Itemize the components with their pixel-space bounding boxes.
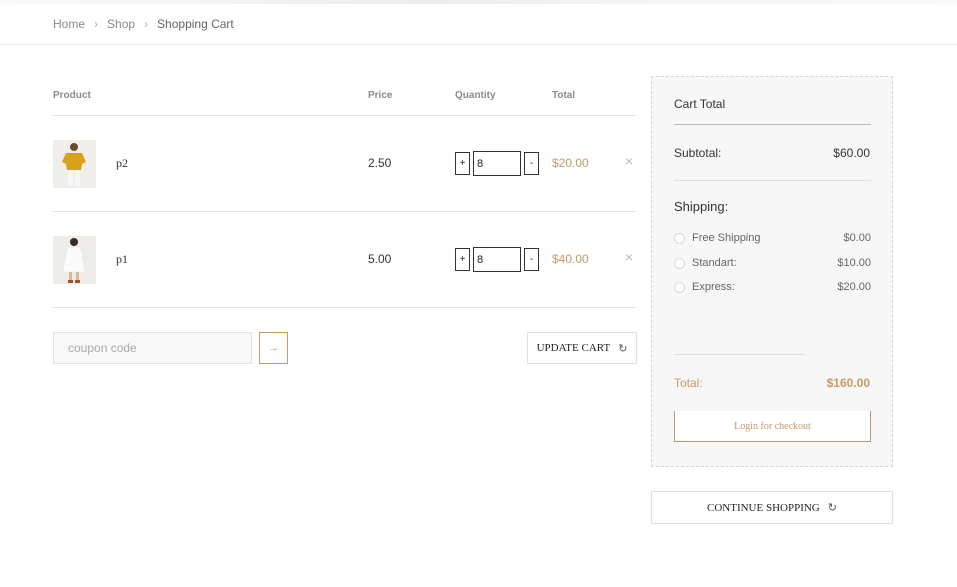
update-cart-label: UPDATE CART — [536, 342, 611, 354]
top-bar — [0, 0, 957, 4]
quantity-stepper: + - — [455, 247, 539, 272]
breadcrumb-current: Shopping Cart — [157, 17, 234, 31]
radio-button[interactable] — [674, 233, 685, 244]
update-cart-button[interactable]: UPDATE CART ↻ — [527, 332, 637, 364]
panel-divider — [674, 180, 871, 181]
panel-divider — [674, 354, 805, 355]
coupon-code-input[interactable] — [53, 332, 252, 364]
product-price: 5.00 — [368, 252, 392, 266]
quantity-stepper: + - — [455, 151, 539, 176]
quantity-input[interactable] — [473, 247, 521, 272]
shipping-label: Shipping: — [674, 199, 729, 214]
shipping-option-amount: $0.00 — [843, 232, 871, 244]
breadcrumb-home[interactable]: Home — [53, 17, 85, 31]
subtotal-label: Subtotal: — [674, 146, 722, 160]
product-name[interactable]: p2 — [116, 156, 128, 171]
chevron-right-icon: › — [94, 17, 98, 31]
breadcrumb-divider — [0, 44, 957, 45]
shipping-option-label: Express: — [692, 281, 735, 293]
continue-shopping-button[interactable]: CONTINUE SHOPPING ↻ — [651, 491, 893, 524]
shipping-option-amount: $10.00 — [837, 257, 871, 269]
breadcrumb-shop[interactable]: Shop — [107, 17, 135, 31]
cart-total-title: Cart Total — [674, 97, 726, 111]
radio-button[interactable] — [674, 282, 685, 293]
refresh-icon: ↻ — [827, 502, 837, 514]
increase-quantity-button[interactable]: + — [455, 248, 470, 271]
cart-total-panel: Cart Total Subtotal: $60.00 Shipping: Fr… — [651, 76, 893, 467]
column-header-product: Product — [53, 90, 91, 101]
shipping-option[interactable]: Express: $20.00 — [674, 281, 871, 295]
shipping-option-amount: $20.00 — [837, 281, 871, 293]
close-icon[interactable]: × — [625, 249, 633, 265]
product-name[interactable]: p1 — [116, 252, 128, 267]
increase-quantity-button[interactable]: + — [455, 152, 470, 175]
close-icon[interactable]: × — [625, 153, 633, 169]
table-divider — [53, 211, 637, 212]
table-divider — [53, 307, 637, 308]
line-total: $20.00 — [552, 156, 589, 170]
shipping-option-label: Standart: — [692, 257, 737, 269]
product-price: 2.50 — [368, 156, 392, 170]
shipping-option[interactable]: Standart: $10.00 — [674, 257, 871, 271]
panel-divider — [674, 124, 871, 125]
breadcrumb: Home › Shop › Shopping Cart — [53, 17, 234, 31]
table-row: p1 5.00 + - $40.00 × — [53, 236, 637, 284]
continue-shopping-label: CONTINUE SHOPPING — [707, 501, 820, 514]
column-header-total: Total — [552, 90, 576, 101]
shipping-option-label: Free Shipping — [692, 232, 761, 244]
yellow-shirt-product-image[interactable] — [53, 140, 96, 188]
shipping-option[interactable]: Free Shipping $0.00 — [674, 232, 871, 246]
quantity-input[interactable] — [473, 151, 521, 176]
refresh-icon: ↻ — [618, 342, 628, 355]
arrow-right-icon: → — [268, 342, 279, 354]
line-total: $40.00 — [552, 252, 589, 266]
total-value: $160.00 — [826, 376, 870, 390]
subtotal-value: $60.00 — [833, 146, 870, 160]
total-label: Total: — [674, 376, 703, 390]
white-dress-product-image[interactable] — [53, 236, 96, 284]
decrease-quantity-button[interactable]: - — [524, 248, 539, 271]
column-header-quantity: Quantity — [455, 90, 496, 101]
column-header-price: Price — [368, 90, 393, 101]
table-row: p2 2.50 + - $20.00 × — [53, 140, 637, 188]
table-divider — [53, 115, 637, 116]
decrease-quantity-button[interactable]: - — [524, 152, 539, 175]
radio-button[interactable] — [674, 258, 685, 269]
apply-coupon-button[interactable]: → — [259, 332, 288, 364]
chevron-right-icon: › — [144, 17, 148, 31]
login-for-checkout-button[interactable]: Login for checkout — [674, 411, 871, 442]
